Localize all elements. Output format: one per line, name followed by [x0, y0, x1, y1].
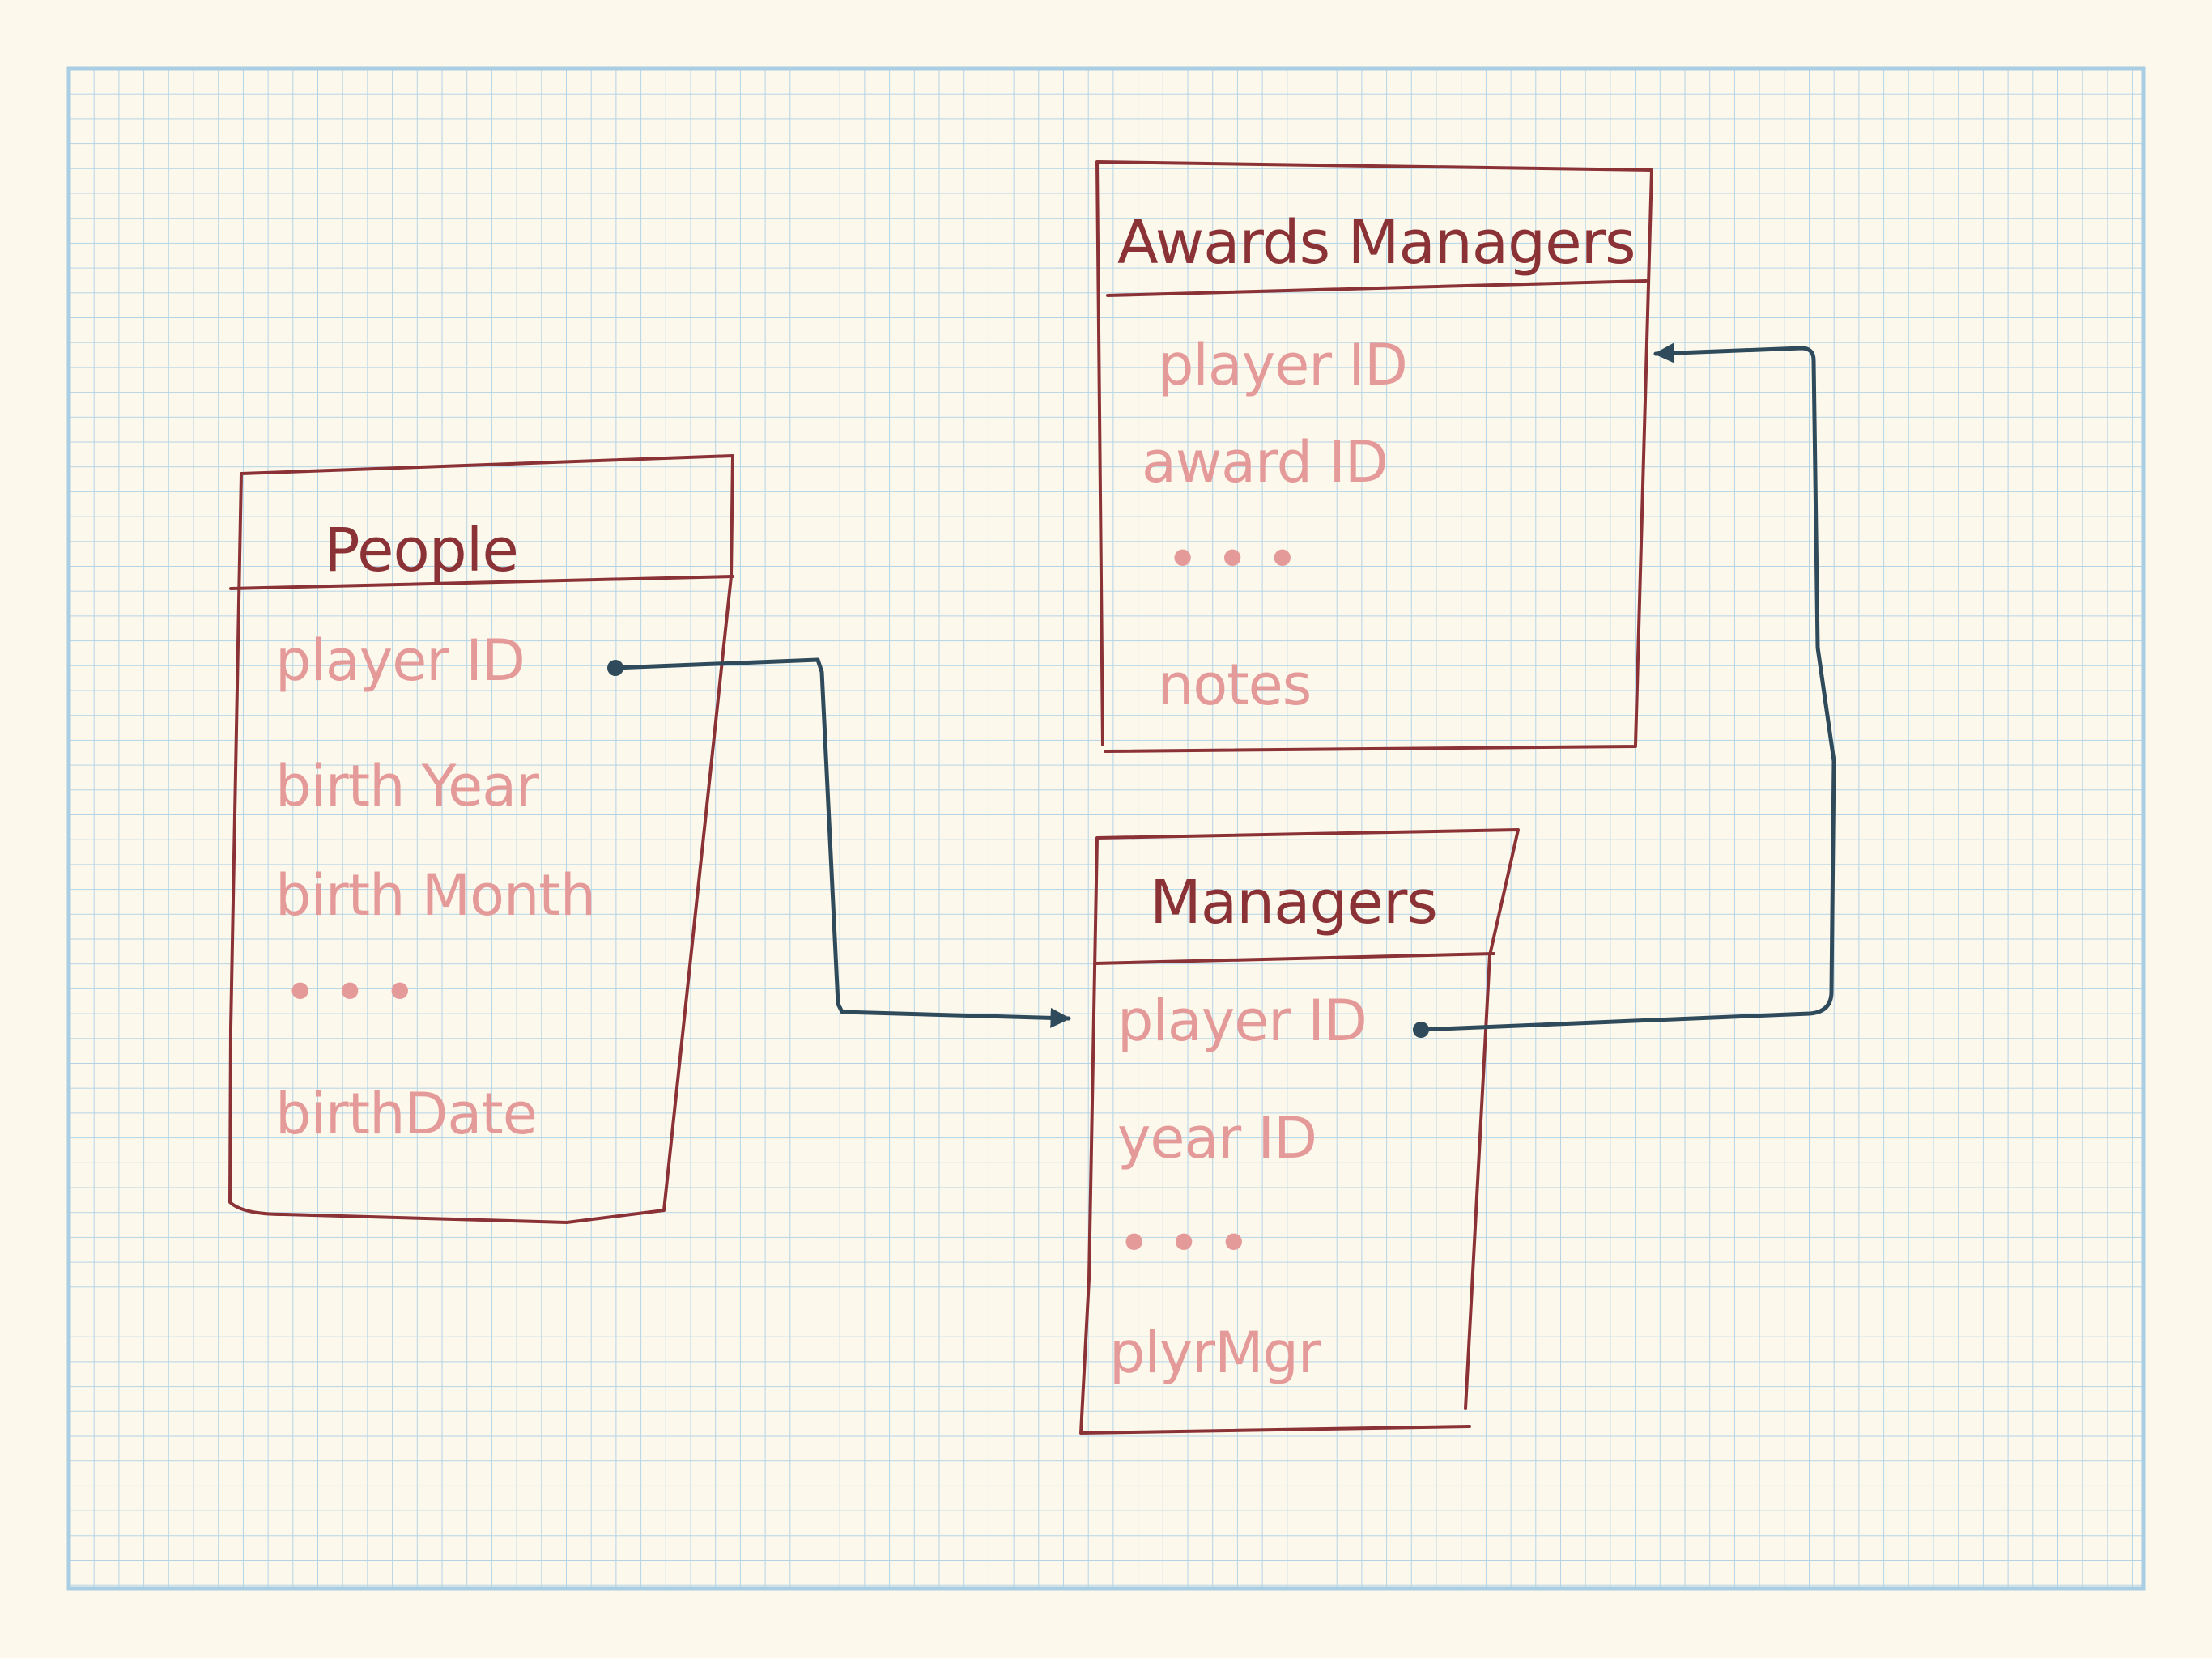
table-people-field-birth-date: birthDate — [275, 1081, 537, 1147]
table-managers-field-plyr-mgr: plyrMgr — [1109, 1320, 1321, 1386]
table-people-field-birth-month: birth Month — [275, 862, 595, 929]
table-awards-managers-field-ellipsis: • • • — [1166, 526, 1298, 593]
table-managers-title: Managers — [1150, 868, 1437, 937]
table-managers-field-ellipsis: • • • — [1117, 1210, 1249, 1277]
table-people-title: People — [324, 516, 518, 585]
table-awards-managers-field-notes: notes — [1158, 652, 1311, 718]
table-awards-managers-title: Awards Managers — [1117, 208, 1636, 278]
table-people-field-player-id: player ID — [275, 627, 525, 694]
table-awards-managers-field-player-id: player ID — [1158, 332, 1407, 398]
table-people-field-ellipsis: • • • — [283, 959, 415, 1026]
table-managers-field-player-id: player ID — [1117, 988, 1367, 1054]
table-people-field-birth-year: birth Year — [275, 753, 539, 819]
diagram-canvas: People player ID birth Year birth Month … — [0, 0, 2212, 1658]
table-managers-field-year-id: year ID — [1117, 1105, 1317, 1171]
table-awards-managers-field-award-id: award ID — [1142, 429, 1388, 495]
